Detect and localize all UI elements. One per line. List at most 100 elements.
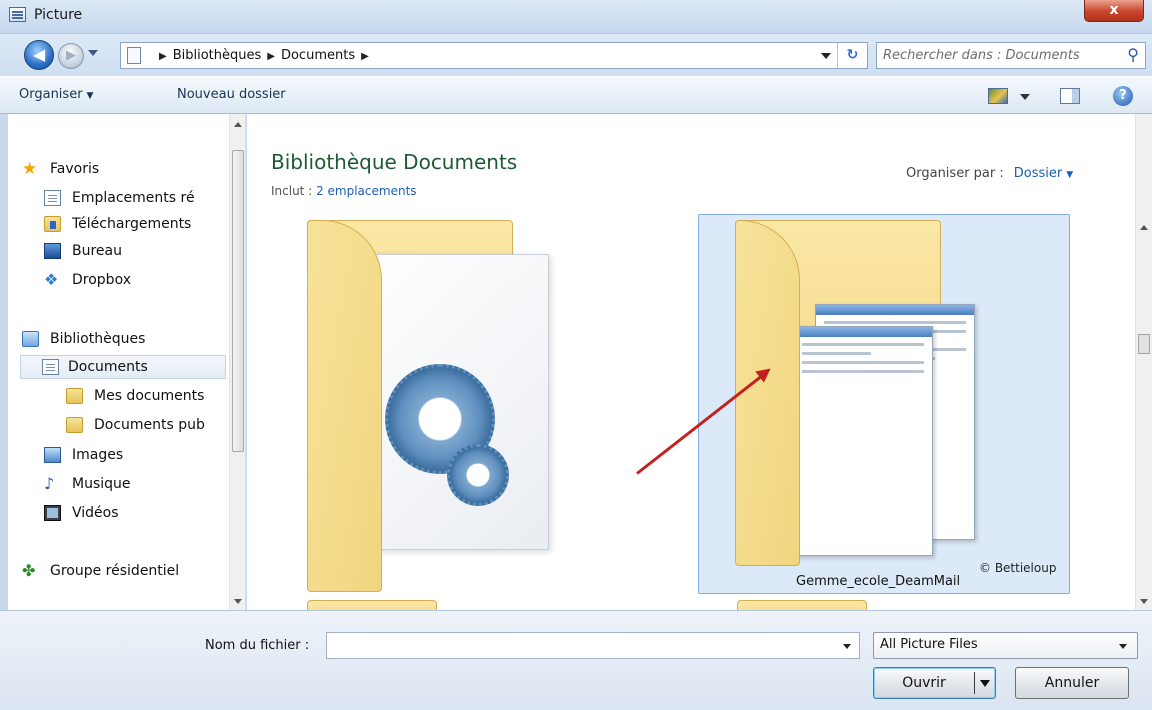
recent-places-icon xyxy=(44,190,61,206)
pictures-icon xyxy=(44,447,61,463)
open-options-dropdown-icon[interactable] xyxy=(980,680,990,687)
cancel-button[interactable]: Annuler xyxy=(1015,667,1129,699)
sidebar-item-downloads[interactable]: Téléchargements xyxy=(44,213,224,237)
sidebar-item-music[interactable]: ♪ Musique xyxy=(44,473,224,497)
homegroup-icon: ✤ xyxy=(22,561,36,580)
sidebar-item-images[interactable]: Images xyxy=(44,444,224,468)
organize-button[interactable]: Organiser ▼ xyxy=(19,87,93,102)
breadcrumb-libraries[interactable]: Bibliothèques xyxy=(173,48,262,63)
view-options-dropdown[interactable] xyxy=(1020,94,1030,100)
desktop-icon xyxy=(44,243,61,259)
sidebar-item-label: Dropbox xyxy=(72,272,131,288)
folder-icon xyxy=(66,388,83,404)
folder-item[interactable] xyxy=(307,600,437,610)
chevron-down-icon: ▼ xyxy=(86,91,94,101)
folder-icon xyxy=(66,417,83,433)
sidebar-item-homegroup[interactable]: ✤ Groupe résidentiel xyxy=(22,560,222,584)
music-icon: ♪ xyxy=(44,474,55,493)
folder-front xyxy=(735,220,800,566)
sidebar-item-label: Groupe résidentiel xyxy=(50,563,180,579)
arrange-by-dropdown[interactable]: Dossier xyxy=(1014,166,1062,181)
sidebar-item-label: Documents xyxy=(68,359,148,375)
folder-item[interactable] xyxy=(297,214,557,594)
scrollbar-thumb[interactable] xyxy=(232,150,244,452)
file-type-select[interactable]: All Picture Files xyxy=(873,632,1138,659)
change-view-icon[interactable] xyxy=(988,88,1008,104)
sidebar-item-my-documents[interactable]: Mes documents xyxy=(66,385,226,409)
file-list: Bibliothèque Documents Inclut : 2 emplac… xyxy=(247,114,1152,610)
scrollbar-thumb[interactable] xyxy=(1138,334,1150,354)
search-box[interactable]: ⚲ xyxy=(876,42,1146,69)
help-icon[interactable]: ? xyxy=(1113,86,1133,106)
navigation-bar: ◀ ▶ ▶ Bibliothèques ▶ Documents ▶ ↻ ⚲ xyxy=(0,34,1152,76)
filename-label: Nom du fichier : xyxy=(205,638,310,653)
sidebar-item-label: Téléchargements xyxy=(72,216,192,232)
preview-pane-icon[interactable] xyxy=(1060,88,1080,104)
address-bar[interactable]: ▶ Bibliothèques ▶ Documents ▶ ↻ xyxy=(120,42,868,69)
window-icon xyxy=(9,7,26,22)
open-button-label: Ouvrir xyxy=(902,675,946,691)
sidebar-item-videos[interactable]: Vidéos xyxy=(44,502,224,526)
screenshot-thumbnail xyxy=(793,326,933,556)
close-button[interactable]: x xyxy=(1084,0,1144,22)
breadcrumb-documents[interactable]: Documents xyxy=(281,48,355,63)
arrange-by: Organiser par : Dossier ▼ xyxy=(906,166,1073,181)
split-divider xyxy=(974,672,975,694)
sidebar-item-recent-places[interactable]: Emplacements ré xyxy=(44,187,224,211)
search-input[interactable] xyxy=(883,46,1113,65)
sidebar-item-documents[interactable]: Documents xyxy=(20,355,226,379)
sidebar-item-label: Emplacements ré xyxy=(72,190,195,206)
organize-label: Organiser xyxy=(19,87,83,102)
sidebar-item-label: Mes documents xyxy=(94,388,205,404)
navigation-pane: ★ Favoris Emplacements ré Téléchargement… xyxy=(8,114,246,610)
folder-item[interactable] xyxy=(737,600,867,610)
sidebar-item-label: Bureau xyxy=(72,243,122,259)
recent-pages-dropdown[interactable] xyxy=(88,50,98,56)
documents-icon xyxy=(42,359,59,375)
chevron-right-icon: ▶ xyxy=(267,51,275,62)
file-dialog-footer: Nom du fichier : All Picture Files Ouvri… xyxy=(0,610,1152,710)
sidebar-item-label: Favoris xyxy=(50,161,100,177)
sidebar-item-desktop[interactable]: Bureau xyxy=(44,240,224,264)
refresh-button[interactable]: ↻ xyxy=(837,43,867,68)
gear-icon xyxy=(447,444,509,506)
chevron-down-icon[interactable] xyxy=(843,644,851,649)
sidebar-item-label: Musique xyxy=(72,476,131,492)
folder-artwork xyxy=(727,214,987,574)
chevron-down-icon: ▼ xyxy=(1066,170,1074,180)
sidebar-item-label: Images xyxy=(72,447,124,463)
content-scrollbar[interactable] xyxy=(1135,114,1152,610)
scroll-down-icon[interactable] xyxy=(1140,599,1148,604)
arrange-by-label: Organiser par : xyxy=(906,166,1004,181)
sidebar-item-favorites[interactable]: ★ Favoris xyxy=(22,158,222,182)
star-icon: ★ xyxy=(22,159,38,179)
library-title: Bibliothèque Documents xyxy=(271,150,518,174)
scroll-up-icon[interactable] xyxy=(234,122,242,127)
watermark: © Bettieloup xyxy=(979,561,1057,575)
breadcrumb: ▶ Bibliothèques ▶ Documents ▶ xyxy=(153,48,375,63)
folder-front xyxy=(307,220,382,592)
scroll-down-icon[interactable] xyxy=(234,599,242,604)
open-button[interactable]: Ouvrir xyxy=(873,667,996,699)
sidebar-item-label: Vidéos xyxy=(72,505,119,521)
downloads-folder-icon xyxy=(44,216,61,232)
new-folder-button[interactable]: Nouveau dossier xyxy=(177,87,286,102)
search-icon[interactable]: ⚲ xyxy=(1127,45,1139,64)
sidebar-item-public-documents[interactable]: Documents pub xyxy=(66,414,226,438)
sidebar-scrollbar[interactable] xyxy=(229,114,245,610)
chevron-right-icon: ▶ xyxy=(361,51,369,62)
scroll-up-icon[interactable] xyxy=(1140,225,1148,230)
folder-item-label: Gemme_ecole_DeamMail xyxy=(796,574,961,589)
filename-combobox[interactable] xyxy=(326,632,860,659)
forward-button[interactable]: ▶ xyxy=(58,43,84,69)
filename-input[interactable] xyxy=(331,636,831,655)
sidebar-item-libraries[interactable]: Bibliothèques xyxy=(22,328,222,352)
sidebar-item-label: Documents pub xyxy=(94,417,205,433)
locations-link[interactable]: 2 emplacements xyxy=(316,184,416,198)
address-dropdown-icon[interactable] xyxy=(821,53,831,59)
sidebar-item-dropbox[interactable]: ❖ Dropbox xyxy=(44,269,224,293)
back-button[interactable]: ◀ xyxy=(24,40,54,70)
dropbox-icon: ❖ xyxy=(44,270,59,289)
libraries-icon xyxy=(22,331,39,347)
file-type-value: All Picture Files xyxy=(880,637,978,652)
